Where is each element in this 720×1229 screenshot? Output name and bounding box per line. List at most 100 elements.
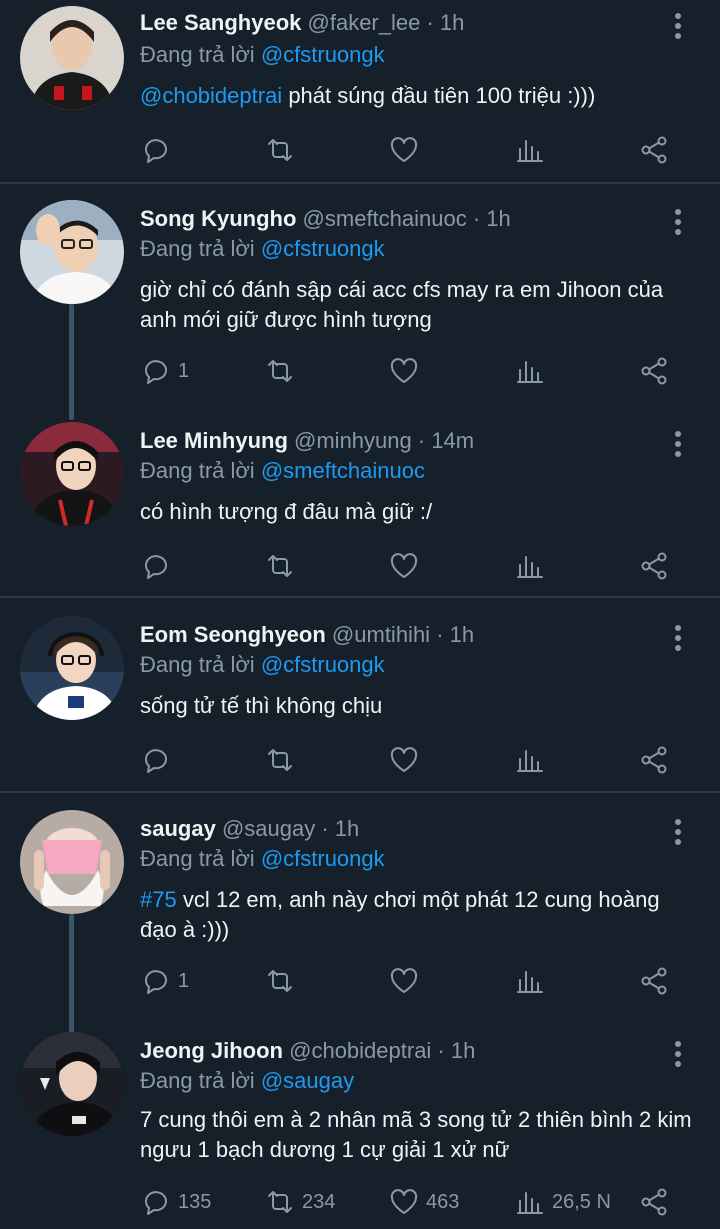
timestamp[interactable]: · 1h — [426, 10, 464, 35]
display-name[interactable]: Eom Seonghyeon — [140, 622, 326, 647]
reply-prefix: Đang trả lời — [140, 846, 261, 871]
avatar[interactable] — [20, 200, 124, 304]
action-bar: 1 — [140, 351, 700, 391]
mention-link[interactable]: @chobideptrai — [140, 83, 282, 108]
retweet-button[interactable] — [264, 351, 302, 391]
handle[interactable]: @faker_lee — [308, 10, 421, 35]
views-button[interactable] — [514, 740, 552, 780]
reply-context: Đang trả lời @smeftchainuoc — [140, 458, 425, 484]
share-button[interactable] — [638, 740, 670, 780]
handle[interactable]: @minhyung — [294, 428, 412, 453]
retweet-button[interactable]: 234 — [264, 1182, 335, 1222]
avatar[interactable] — [20, 1032, 124, 1136]
retweet-button[interactable] — [264, 546, 302, 586]
handle[interactable]: @saugay — [222, 816, 315, 841]
timestamp[interactable]: · 1h — [437, 1038, 475, 1063]
more-icon[interactable] — [664, 620, 692, 656]
display-name[interactable]: Song Kyungho — [140, 206, 296, 231]
reply-context: Đang trả lời @cfstruongk — [140, 236, 385, 262]
more-icon[interactable] — [664, 1036, 692, 1072]
share-icon — [641, 967, 667, 995]
share-button[interactable] — [638, 130, 670, 170]
avatar[interactable] — [20, 422, 124, 526]
tweet[interactable]: saugay @saugay · 1h Đang trả lời @cfstru… — [0, 806, 720, 1016]
tweet-header: Lee Sanghyeok @faker_lee · 1h — [140, 10, 464, 36]
tweet-text: sống tử tế thì không chịu — [140, 693, 383, 718]
retweet-button[interactable] — [264, 961, 302, 1001]
share-icon — [641, 136, 667, 164]
reply-button[interactable]: 1 — [140, 351, 189, 391]
action-bar: 1 — [140, 961, 700, 1001]
tweet-text: #75 vcl 12 em, anh này chơi một phát 12 … — [140, 885, 700, 945]
share-button[interactable] — [638, 1182, 670, 1222]
reply-to-link[interactable]: @cfstruongk — [261, 236, 385, 261]
views-icon — [517, 1192, 543, 1214]
retweet-button[interactable] — [264, 740, 302, 780]
like-count: 463 — [426, 1190, 460, 1213]
views-button[interactable] — [514, 351, 552, 391]
like-button[interactable] — [388, 961, 426, 1001]
display-name[interactable]: Lee Sanghyeok — [140, 10, 301, 35]
reply-prefix: Đang trả lời — [140, 652, 261, 677]
tweet[interactable]: Song Kyungho @smeftchainuoc · 1h Đang tr… — [0, 196, 720, 396]
like-icon — [390, 747, 418, 772]
timestamp[interactable]: · 1h — [436, 622, 474, 647]
share-button[interactable] — [638, 546, 670, 586]
views-button[interactable] — [514, 546, 552, 586]
tweet-header: saugay @saugay · 1h — [140, 816, 359, 842]
reply-to-link[interactable]: @cfstruongk — [261, 42, 385, 67]
tweet[interactable]: Lee Minhyung @minhyung · 14m Đang trả lờ… — [0, 418, 720, 596]
display-name[interactable]: saugay — [140, 816, 216, 841]
action-bar: 135 234 463 26,5 N — [140, 1182, 700, 1222]
like-button[interactable] — [388, 546, 426, 586]
timestamp[interactable]: · 14m — [418, 428, 474, 453]
reply-icon — [145, 1191, 167, 1215]
like-button[interactable]: 463 — [388, 1182, 459, 1222]
reply-to-link[interactable]: @cfstruongk — [261, 652, 385, 677]
display-name[interactable]: Lee Minhyung — [140, 428, 288, 453]
avatar[interactable] — [20, 6, 124, 110]
like-button[interactable] — [388, 351, 426, 391]
reply-icon — [145, 970, 167, 994]
tweet-text: có hình tượng đ đâu mà giữ :/ — [140, 499, 433, 524]
retweet-icon — [268, 749, 292, 771]
reply-to-link[interactable]: @saugay — [261, 1068, 354, 1093]
views-icon — [517, 140, 543, 162]
share-button[interactable] — [638, 351, 670, 391]
reply-button[interactable]: 1 — [140, 961, 189, 1001]
views-button[interactable] — [514, 961, 552, 1001]
more-icon[interactable] — [664, 426, 692, 462]
retweet-button[interactable] — [264, 130, 302, 170]
hashtag-link[interactable]: #75 — [140, 887, 177, 912]
avatar[interactable] — [20, 810, 124, 914]
tweet[interactable]: Jeong Jihoon @chobideptrai · 1h Đang trả… — [0, 1028, 720, 1229]
timestamp[interactable]: · 1h — [321, 816, 359, 841]
tweet-header: Song Kyungho @smeftchainuoc · 1h — [140, 206, 511, 232]
handle[interactable]: @umtihihi — [332, 622, 430, 647]
like-button[interactable] — [388, 740, 426, 780]
reply-to-link[interactable]: @cfstruongk — [261, 846, 385, 871]
tweet[interactable]: Lee Sanghyeok @faker_lee · 1h Đang trả l… — [0, 0, 720, 182]
handle[interactable]: @chobideptrai — [289, 1038, 431, 1063]
display-name[interactable]: Jeong Jihoon — [140, 1038, 283, 1063]
avatar[interactable] — [20, 616, 124, 720]
divider — [0, 791, 720, 793]
like-button[interactable] — [388, 130, 426, 170]
reply-button[interactable] — [140, 130, 178, 170]
timestamp[interactable]: · 1h — [473, 206, 511, 231]
reply-prefix: Đang trả lời — [140, 236, 261, 261]
reply-button[interactable] — [140, 546, 178, 586]
reply-to-link[interactable]: @smeftchainuoc — [261, 458, 425, 483]
more-icon[interactable] — [664, 204, 692, 240]
more-icon[interactable] — [664, 8, 692, 44]
views-button[interactable]: 26,5 N — [514, 1182, 611, 1222]
tweet[interactable]: Eom Seonghyeon @umtihihi · 1h Đang trả l… — [0, 612, 720, 790]
more-icon[interactable] — [664, 814, 692, 850]
share-button[interactable] — [638, 961, 670, 1001]
views-button[interactable] — [514, 130, 552, 170]
handle[interactable]: @smeftchainuoc — [303, 206, 467, 231]
reply-button[interactable] — [140, 740, 178, 780]
reply-context: Đang trả lời @cfstruongk — [140, 652, 385, 678]
tweet-header: Lee Minhyung @minhyung · 14m — [140, 428, 474, 454]
reply-button[interactable]: 135 — [140, 1182, 211, 1222]
